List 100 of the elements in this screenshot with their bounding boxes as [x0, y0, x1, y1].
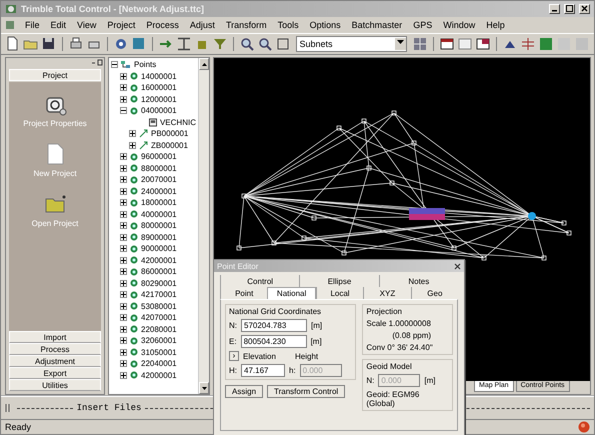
expand-toggle[interactable] [120, 256, 127, 264]
menu-item[interactable]: Window [442, 20, 476, 30]
expand-toggle[interactable] [120, 360, 127, 368]
dialog-tab[interactable]: National [267, 287, 316, 299]
minimize-button[interactable] [549, 4, 560, 14]
tree-item[interactable]: 31050001 [141, 348, 177, 357]
tree-item[interactable]: ZB000001 [151, 140, 188, 150]
tree-item[interactable]: PB000001 [151, 129, 188, 138]
expand-toggle[interactable] [120, 222, 127, 230]
tree-item[interactable]: 42070001 [141, 313, 177, 322]
expand-toggle[interactable] [120, 302, 127, 310]
expand-toggle[interactable] [120, 72, 127, 80]
expand-toggle[interactable] [120, 337, 127, 344]
down-arrow-icon [202, 386, 206, 390]
menu-item[interactable]: Tools [276, 20, 300, 30]
tree-item[interactable]: 14000001 [141, 72, 177, 81]
dialog-button[interactable]: Transform Control [267, 385, 346, 398]
tree-item[interactable]: 04000001 [141, 106, 177, 116]
scrollbar[interactable] [198, 58, 209, 394]
network-icon [121, 60, 131, 70]
tree-item[interactable]: 42170001 [141, 290, 177, 300]
toolbar-button[interactable] [256, 36, 272, 52]
tree-item[interactable]: 89000001 [141, 232, 177, 242]
menu-item[interactable]: GPS [412, 20, 434, 30]
dialog-button[interactable]: Assign [225, 385, 264, 398]
elevation-field[interactable]: 47.167 [241, 364, 285, 377]
tree-item[interactable]: 80000001 [141, 221, 177, 230]
expand-toggle[interactable] [129, 130, 136, 138]
expand-toggle[interactable] [120, 268, 127, 276]
tree-item[interactable]: 80290001 [141, 278, 177, 288]
tree-item[interactable]: 42000001 [141, 256, 177, 265]
expand-toggle[interactable] [120, 176, 127, 184]
maximize-button[interactable] [564, 4, 575, 14]
window-icon [457, 36, 474, 52]
expand-toggle[interactable] [120, 199, 127, 206]
tree-item[interactable]: 40000001 [141, 210, 177, 219]
expand-toggle[interactable] [120, 280, 127, 287]
expand-button[interactable]: › [229, 351, 239, 361]
expand-toggle[interactable] [120, 348, 127, 356]
plus-icon [121, 361, 126, 366]
menu-item[interactable]: Edit [50, 20, 68, 30]
plus-icon [121, 315, 126, 320]
plus-icon [121, 372, 126, 378]
toolbar-button[interactable] [238, 36, 254, 52]
toolbar-button[interactable] [274, 36, 290, 52]
tree-item[interactable]: Points [134, 60, 156, 70]
unit-label: [m] [424, 376, 436, 385]
menu-item[interactable]: Help [485, 20, 506, 30]
menu-item[interactable]: File [24, 20, 41, 30]
menu-item[interactable]: Process [145, 20, 180, 30]
tree-item[interactable]: 16000001 [141, 83, 177, 92]
expand-toggle[interactable] [120, 291, 127, 298]
expand-toggle[interactable] [129, 142, 136, 149]
tree-item[interactable]: 96000001 [141, 152, 177, 162]
toolbar-button[interactable] [176, 36, 192, 52]
menu-item[interactable]: Batchmaster [350, 20, 404, 30]
toolbar-button[interactable] [439, 36, 456, 52]
menu-item[interactable]: Project [106, 20, 136, 30]
expand-toggle[interactable] [120, 96, 127, 103]
expand-toggle[interactable] [120, 164, 127, 172]
tree-item[interactable]: 20070001 [141, 175, 177, 184]
tree-item[interactable]: VECHNIC [160, 118, 196, 127]
window-icon [439, 36, 456, 52]
i-beam-icon [176, 36, 192, 52]
tree-item[interactable]: 53080001 [141, 302, 177, 311]
toolbar-button[interactable] [475, 36, 492, 52]
tree-item[interactable]: 22080001 [141, 324, 177, 334]
menu-item[interactable]: Options [308, 20, 342, 30]
expand-toggle[interactable] [120, 234, 127, 241]
tree-item[interactable]: 90000001 [141, 244, 177, 254]
easting-field[interactable]: 800504.230 [240, 335, 307, 348]
menu-item[interactable]: Adjust [188, 20, 216, 30]
tree-item[interactable]: 32060001 [141, 336, 177, 346]
tree-item[interactable]: 88000001 [141, 164, 177, 173]
menu-item[interactable]: View [76, 20, 98, 30]
tree-item[interactable]: 18000001 [141, 198, 177, 208]
expand-toggle[interactable] [120, 84, 127, 92]
expand-toggle[interactable] [120, 245, 127, 252]
tree-item[interactable]: 12000001 [141, 94, 177, 104]
expand-toggle[interactable] [120, 153, 127, 160]
layer-dropdown[interactable]: Subnets [296, 36, 408, 52]
northing-field[interactable]: 570204.783 [241, 319, 307, 332]
point-icon [130, 84, 138, 92]
tree-item[interactable]: 22040001 [141, 359, 177, 368]
tree-item[interactable]: 86000001 [141, 267, 177, 276]
expand-toggle[interactable] [120, 314, 127, 322]
project-header[interactable]: Project [9, 69, 101, 81]
expand-toggle[interactable] [111, 61, 118, 68]
expand-toggle[interactable] [120, 188, 127, 195]
plus-icon [121, 234, 126, 240]
tree-item[interactable]: 24000001 [141, 186, 177, 196]
app-icon [5, 3, 17, 15]
close-button[interactable] [579, 4, 590, 14]
expand-toggle[interactable] [120, 326, 127, 333]
expand-toggle[interactable] [120, 210, 127, 218]
tree-item[interactable]: 42000001 [141, 370, 177, 380]
expand-toggle[interactable] [120, 107, 127, 114]
grid-icon [412, 36, 428, 52]
menu-item[interactable]: Transform [224, 20, 268, 30]
expand-toggle[interactable] [120, 372, 127, 379]
